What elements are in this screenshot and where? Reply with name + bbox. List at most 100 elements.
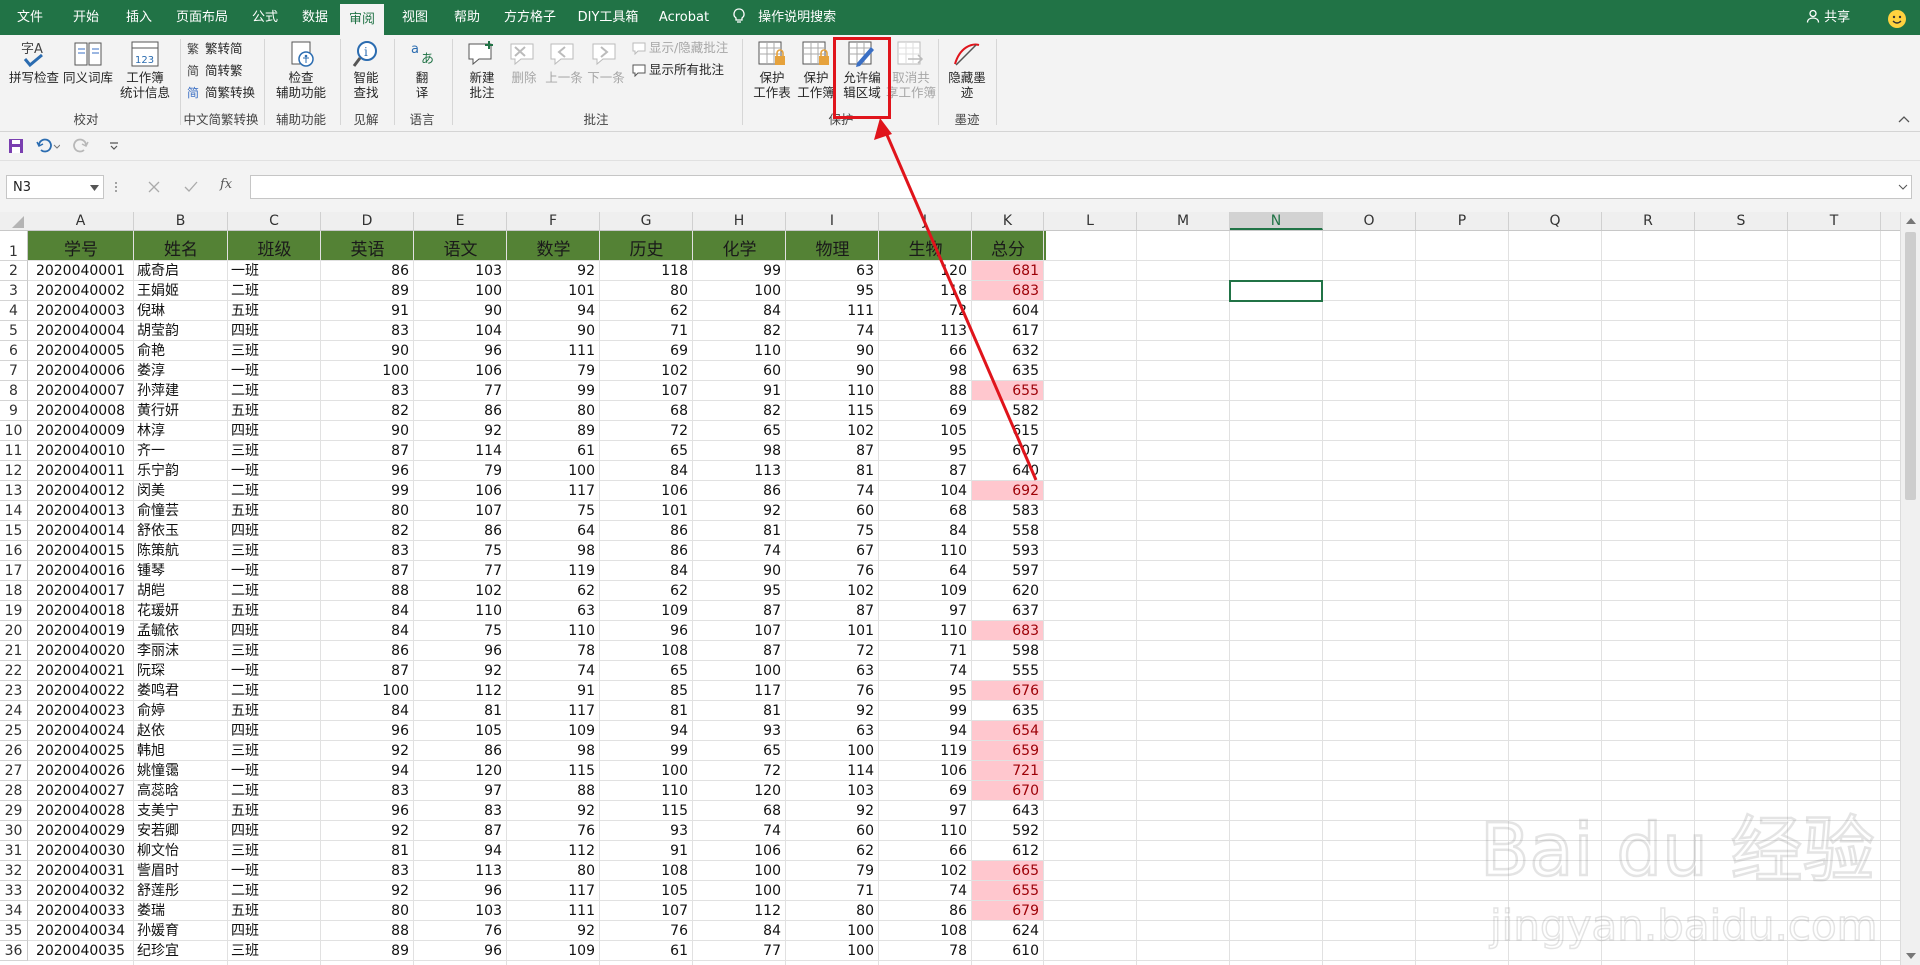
table-cell[interactable]: 612	[972, 841, 1043, 860]
table-header-cell[interactable]: 总分	[972, 231, 1044, 261]
table-cell[interactable]: 娄瑞	[134, 901, 227, 920]
table-cell[interactable]: 2020040005	[28, 341, 133, 360]
table-cell[interactable]: 82	[693, 401, 785, 420]
table-cell[interactable]: 2020040010	[28, 441, 133, 460]
column-header-G[interactable]: G	[600, 212, 693, 230]
table-cell[interactable]: 二班	[228, 281, 320, 300]
column-header-S[interactable]: S	[1695, 212, 1788, 230]
table-cell[interactable]: 104	[879, 481, 971, 500]
table-cell[interactable]: 76	[414, 921, 506, 940]
column-header-J[interactable]: J	[879, 212, 972, 230]
row-header-34[interactable]: 34	[0, 901, 28, 921]
table-cell[interactable]: 舒依玉	[134, 521, 227, 540]
table-cell[interactable]: 三班	[228, 941, 320, 960]
table-header-cell[interactable]: 历史	[600, 231, 693, 261]
table-cell[interactable]: 81	[786, 461, 878, 480]
row-header-21[interactable]: 21	[0, 641, 28, 661]
check-accessibility-button[interactable]: 检查 辅助功能	[272, 39, 330, 100]
table-cell[interactable]: 635	[972, 361, 1043, 380]
table-cell[interactable]: 93	[693, 721, 785, 740]
table-cell[interactable]: 92	[693, 501, 785, 520]
table-cell[interactable]: 82	[321, 401, 413, 420]
table-cell[interactable]: 2020040024	[28, 721, 133, 740]
table-cell[interactable]: 77	[414, 381, 506, 400]
table-cell[interactable]: 670	[972, 781, 1043, 800]
table-cell[interactable]: 一班	[228, 761, 320, 780]
table-cell[interactable]: 95	[879, 681, 971, 700]
table-cell[interactable]: 2020040014	[28, 521, 133, 540]
row-header-36[interactable]: 36	[0, 941, 28, 961]
show-all-comments-button[interactable]: 显示所有批注	[632, 60, 724, 80]
table-cell[interactable]: 109	[507, 721, 599, 740]
table-cell[interactable]: 100	[321, 681, 413, 700]
table-cell[interactable]: 610	[972, 941, 1043, 960]
table-cell[interactable]: 62	[600, 301, 692, 320]
table-cell[interactable]: 93	[600, 821, 692, 840]
row-header-23[interactable]: 23	[0, 681, 28, 701]
table-cell[interactable]: 2020040016	[28, 561, 133, 580]
table-cell[interactable]: 娄鸣君	[134, 681, 227, 700]
table-cell[interactable]: 84	[321, 601, 413, 620]
row-header-35[interactable]: 35	[0, 921, 28, 941]
table-cell[interactable]: 孙萍建	[134, 381, 227, 400]
table-cell[interactable]: 83	[321, 861, 413, 880]
table-cell[interactable]: 韩旭	[134, 741, 227, 760]
table-cell[interactable]: 一班	[228, 261, 320, 280]
table-cell[interactable]: 95	[879, 441, 971, 460]
table-cell[interactable]: 617	[972, 321, 1043, 340]
table-cell[interactable]: 108	[600, 861, 692, 880]
table-cell[interactable]: 2020040023	[28, 701, 133, 720]
row-header-16[interactable]: 16	[0, 541, 28, 561]
table-cell[interactable]: 一班	[228, 561, 320, 580]
table-cell[interactable]: 74	[693, 541, 785, 560]
table-cell[interactable]: 2020040020	[28, 641, 133, 660]
table-cell[interactable]: 83	[321, 781, 413, 800]
tab-7[interactable]: 视图	[394, 0, 436, 35]
table-cell[interactable]: 103	[786, 781, 878, 800]
tab-8[interactable]: 帮助	[446, 0, 488, 35]
table-cell[interactable]: 597	[972, 561, 1043, 580]
table-cell[interactable]: 89	[507, 421, 599, 440]
table-cell[interactable]: 五班	[228, 601, 320, 620]
table-cell[interactable]: 117	[507, 701, 599, 720]
table-cell[interactable]: 2020040035	[28, 941, 133, 960]
table-cell[interactable]: 111	[786, 301, 878, 320]
new-comment-button[interactable]: 新建 批注	[460, 39, 504, 100]
table-cell[interactable]: 80	[321, 501, 413, 520]
table-cell[interactable]: 74	[693, 821, 785, 840]
customize-qat-icon[interactable]	[108, 140, 120, 152]
table-cell[interactable]: 60	[786, 821, 878, 840]
table-cell[interactable]: 632	[972, 341, 1043, 360]
row-header-24[interactable]: 24	[0, 701, 28, 721]
active-cell-selection[interactable]	[1229, 280, 1323, 302]
row-header-4[interactable]: 4	[0, 301, 28, 321]
table-cell[interactable]: 林淳	[134, 421, 227, 440]
table-cell[interactable]: 637	[972, 601, 1043, 620]
table-cell[interactable]: 赵依	[134, 721, 227, 740]
table-cell[interactable]: 60	[693, 361, 785, 380]
table-cell[interactable]: 79	[507, 361, 599, 380]
table-cell[interactable]: 88	[321, 921, 413, 940]
table-cell[interactable]: 孟毓依	[134, 621, 227, 640]
table-cell[interactable]: 2020040001	[28, 261, 133, 280]
table-cell[interactable]: 91	[693, 381, 785, 400]
column-header-T[interactable]: T	[1788, 212, 1881, 230]
table-cell[interactable]: 63	[786, 261, 878, 280]
table-cell[interactable]: 92	[786, 701, 878, 720]
table-cell[interactable]: 107	[600, 901, 692, 920]
table-cell[interactable]: 胡莹韵	[134, 321, 227, 340]
table-cell[interactable]: 三班	[228, 341, 320, 360]
table-header-cell[interactable]: 英语	[321, 231, 414, 261]
table-cell[interactable]: 640	[972, 461, 1043, 480]
table-cell[interactable]: 78	[507, 641, 599, 660]
table-cell[interactable]: 89	[321, 281, 413, 300]
table-cell[interactable]: 64	[879, 561, 971, 580]
table-cell[interactable]: 69	[879, 401, 971, 420]
table-cell[interactable]: 訾眉时	[134, 861, 227, 880]
table-cell[interactable]: 86	[321, 641, 413, 660]
protect-workbook-button[interactable]: 保护 工作簿	[794, 39, 838, 100]
translate-button[interactable]: aあ 翻 译	[402, 39, 442, 100]
table-cell[interactable]: 87	[321, 661, 413, 680]
row-header-6[interactable]: 6	[0, 341, 28, 361]
table-cell[interactable]: 86	[414, 401, 506, 420]
